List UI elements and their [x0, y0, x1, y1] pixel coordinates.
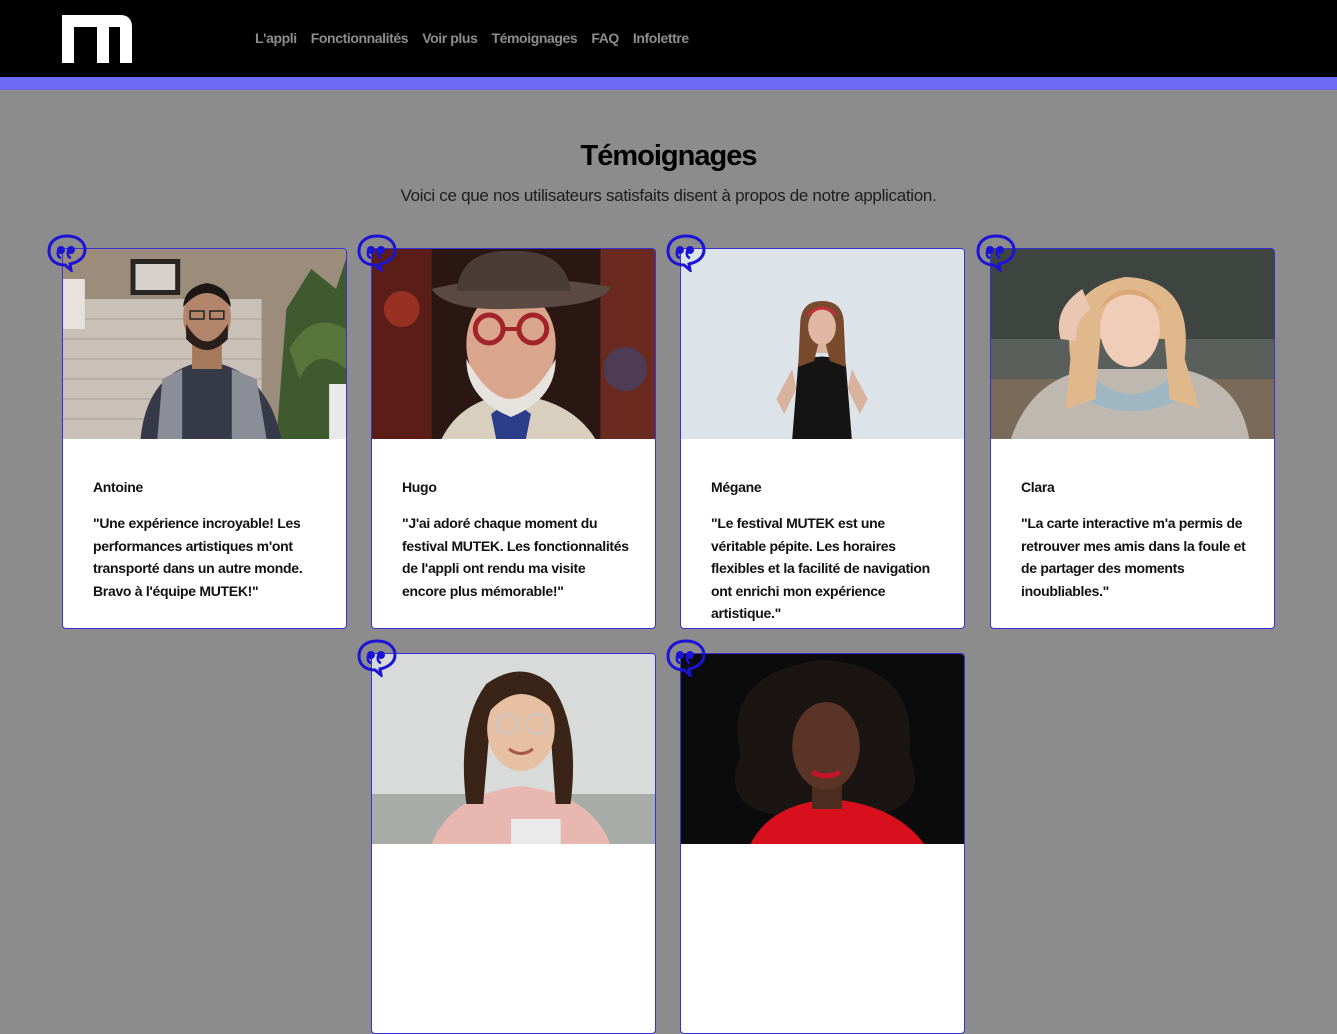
quote-bubble-icon [666, 639, 706, 677]
testimonial-name: Mégane [711, 479, 762, 495]
nav-link-infolettre[interactable]: Infolettre [633, 30, 689, 46]
section-subtitle: Voici ce que nos utilisateurs satisfaits… [400, 186, 937, 205]
testimonial-name: Clara [1021, 479, 1055, 495]
testimonial-quote: "Une expérience incroyable! Les performa… [93, 515, 303, 599]
testimonial-quote: "Le festival MUTEK est une véritable pép… [711, 515, 930, 621]
testimonial-quote: "La carte interactive m'a permis de retr… [1021, 515, 1246, 599]
quote-bubble-icon [976, 234, 1016, 272]
testimonial-name: Antoine [93, 479, 144, 495]
accent-strip [0, 77, 1337, 90]
quote-bubble-icon [357, 639, 397, 677]
top-nav-bar: L'appli Fonctionnalités Voir plus Témoig… [0, 0, 1337, 77]
quote-bubble-icon [357, 234, 397, 272]
testimonial-photo [63, 249, 346, 439]
testimonial-card [680, 653, 965, 1034]
testimonial-photo [372, 249, 655, 439]
nav-link-faq[interactable]: FAQ [591, 30, 619, 46]
nav-link-temoignages[interactable]: Témoignages [491, 30, 577, 46]
testimonial-card: Clara "La carte interactive m'a permis d… [990, 248, 1275, 629]
testimonial-card: Antoine "Une expérience incroyable! Les … [62, 248, 347, 629]
testimonial-name: Hugo [402, 479, 437, 495]
mutek-logo[interactable] [60, 13, 134, 65]
quote-bubble-icon [47, 234, 87, 272]
testimonial-photo [681, 654, 964, 844]
testimonial-photo [991, 249, 1274, 439]
testimonial-card: Mégane "Le festival MUTEK est une vérita… [680, 248, 965, 629]
nav-link-voir-plus[interactable]: Voir plus [422, 30, 478, 46]
testimonial-quote: "J'ai adoré chaque moment du festival MU… [402, 515, 629, 599]
nav-link-fonctionnalites[interactable]: Fonctionnalités [311, 30, 409, 46]
nav-link-appli[interactable]: L'appli [255, 30, 297, 46]
testimonial-card: Hugo "J'ai adoré chaque moment du festiv… [371, 248, 656, 629]
testimonial-photo [372, 654, 655, 844]
testimonial-photo [681, 249, 964, 439]
section-title: Témoignages [580, 140, 758, 172]
testimonial-card [371, 653, 656, 1034]
quote-bubble-icon [666, 234, 706, 272]
main-nav: L'appli Fonctionnalités Voir plus Témoig… [255, 30, 689, 46]
